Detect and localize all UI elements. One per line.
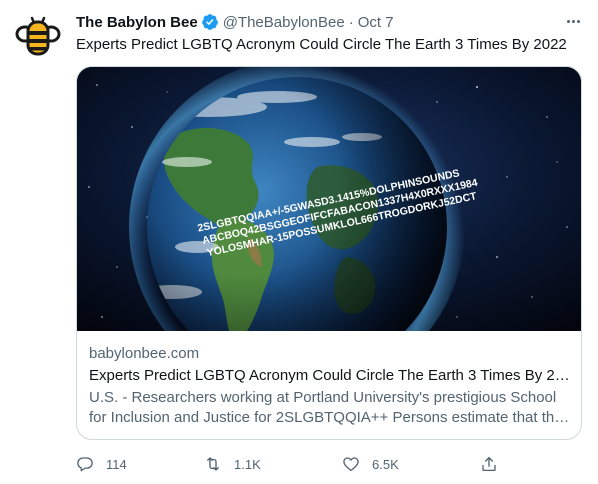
tweet[interactable]: The Babylon Bee @TheBabylonBee · Oct 7 E… [0, 0, 598, 484]
tweet-actions: 114 1.1K 6.5K [76, 452, 586, 476]
verified-badge-icon [201, 13, 219, 31]
card-description: U.S. - Researchers working at Portland U… [89, 388, 571, 428]
tweet-date[interactable]: Oct 7 [358, 14, 394, 31]
bee-logo-icon[interactable] [14, 14, 62, 62]
tweet-header: The Babylon Bee @TheBabylonBee · Oct 7 [76, 12, 394, 32]
link-card[interactable]: 2SLGBTQQIAA+/-5GWASD3.1415%DOLPHINSOUNDS… [76, 66, 582, 440]
author-handle[interactable]: @TheBabylonBee [223, 14, 345, 31]
share-button[interactable] [480, 452, 498, 476]
card-domain: babylonbee.com [89, 345, 200, 362]
separator-dot: · [348, 13, 354, 31]
more-options-icon[interactable] [560, 10, 586, 32]
like-count: 6.5K [372, 456, 399, 472]
card-meta: babylonbee.com Experts Predict LGBTQ Acr… [89, 344, 571, 428]
retweet-count: 1.1K [234, 456, 261, 472]
reply-button[interactable]: 114 [76, 452, 127, 476]
reply-icon [76, 455, 94, 473]
reply-count: 114 [106, 456, 127, 472]
card-description-line: U.S. - Researchers working at Portland U… [89, 389, 557, 406]
author-name[interactable]: The Babylon Bee [76, 14, 198, 31]
heart-icon [342, 455, 360, 473]
retweet-icon [204, 455, 222, 473]
card-title: Experts Predict LGBTQ Acronym Could Circ… [89, 367, 571, 384]
share-icon [480, 455, 498, 473]
card-description-line: for Inclusion and Justice for 2SLGBTQQIA… [89, 409, 571, 426]
retweet-button[interactable]: 1.1K [204, 452, 261, 476]
card-image[interactable]: 2SLGBTQQIAA+/-5GWASD3.1415%DOLPHINSOUNDS… [77, 67, 581, 331]
like-button[interactable]: 6.5K [342, 452, 399, 476]
tweet-text: Experts Predict LGBTQ Acronym Could Circ… [76, 36, 567, 53]
